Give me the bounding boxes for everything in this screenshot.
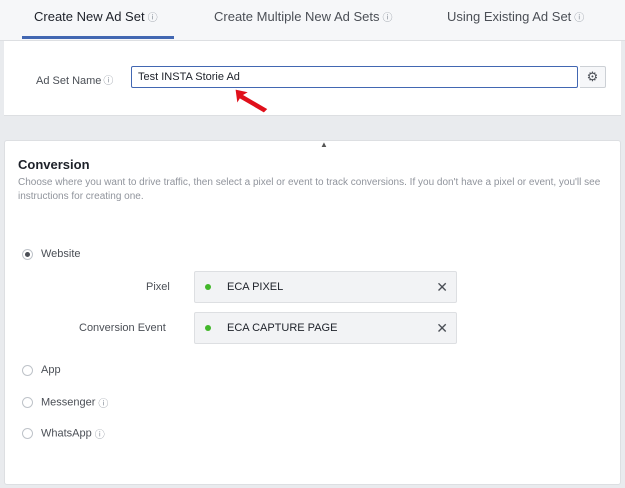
conversion-event-selector[interactable]: ECA CAPTURE PAGE ✕ [194, 312, 457, 344]
radio-label: Website [41, 248, 81, 261]
annotation-arrow-icon [234, 88, 269, 114]
info-icon[interactable]: ⓘ [103, 76, 113, 87]
radio-whatsapp[interactable]: WhatsApp ⓘ [22, 426, 105, 441]
info-icon[interactable]: ⓘ [95, 430, 105, 441]
tab-create-new-ad-set[interactable]: Create New Ad Set ⓘ [34, 0, 158, 40]
status-dot-icon [205, 284, 211, 290]
radio-label: WhatsApp [41, 427, 92, 440]
mouse-cursor-icon: ▲ [320, 140, 328, 149]
status-dot-icon [205, 325, 211, 331]
radio-messenger[interactable]: Messenger ⓘ [22, 395, 108, 410]
info-icon[interactable]: ⓘ [574, 13, 584, 24]
ad-set-name-label-text: Ad Set Name [36, 75, 102, 87]
radio-app[interactable]: App [22, 364, 61, 376]
tab-create-multiple-ad-sets[interactable]: Create Multiple New Ad Sets ⓘ [214, 0, 392, 40]
radio-label: Messenger [41, 396, 96, 409]
radio-website[interactable]: Website [22, 248, 81, 260]
close-icon[interactable]: ✕ [436, 320, 448, 337]
radio-button[interactable] [22, 248, 33, 260]
conversion-event-label: Conversion Event [79, 322, 166, 334]
tab-using-existing-ad-set[interactable]: Using Existing Ad Set ⓘ [447, 0, 584, 40]
info-icon[interactable]: ⓘ [98, 399, 108, 410]
radio-button[interactable] [22, 364, 33, 376]
pixel-selector[interactable]: ECA PIXEL ✕ [194, 271, 457, 303]
pixel-label: Pixel [146, 281, 170, 293]
conversion-title: Conversion [18, 157, 90, 172]
ad-set-name-label: Ad Set Name ⓘ [36, 72, 113, 87]
tab-label: Create Multiple New Ad Sets [214, 9, 380, 24]
info-icon[interactable]: ⓘ [148, 13, 158, 24]
radio-button[interactable] [22, 428, 33, 439]
pixel-value: ECA PIXEL [227, 281, 284, 293]
info-icon[interactable]: ⓘ [382, 13, 392, 24]
conversion-event-value: ECA CAPTURE PAGE [227, 322, 338, 334]
active-tab-indicator [22, 36, 174, 39]
tab-label: Create New Ad Set [34, 9, 145, 24]
radio-button[interactable] [22, 397, 33, 408]
conversion-description: Choose where you want to drive traffic, … [18, 177, 601, 202]
ad-set-name-input[interactable] [131, 66, 578, 88]
radio-label: App [41, 364, 61, 377]
gear-icon: ⚙ [586, 69, 599, 84]
tab-label: Using Existing Ad Set [447, 9, 572, 24]
ad-set-name-settings-button[interactable]: ⚙ [580, 66, 606, 88]
close-icon[interactable]: ✕ [436, 279, 448, 296]
tab-bar: Create New Ad Set ⓘ Create Multiple New A… [0, 0, 625, 41]
